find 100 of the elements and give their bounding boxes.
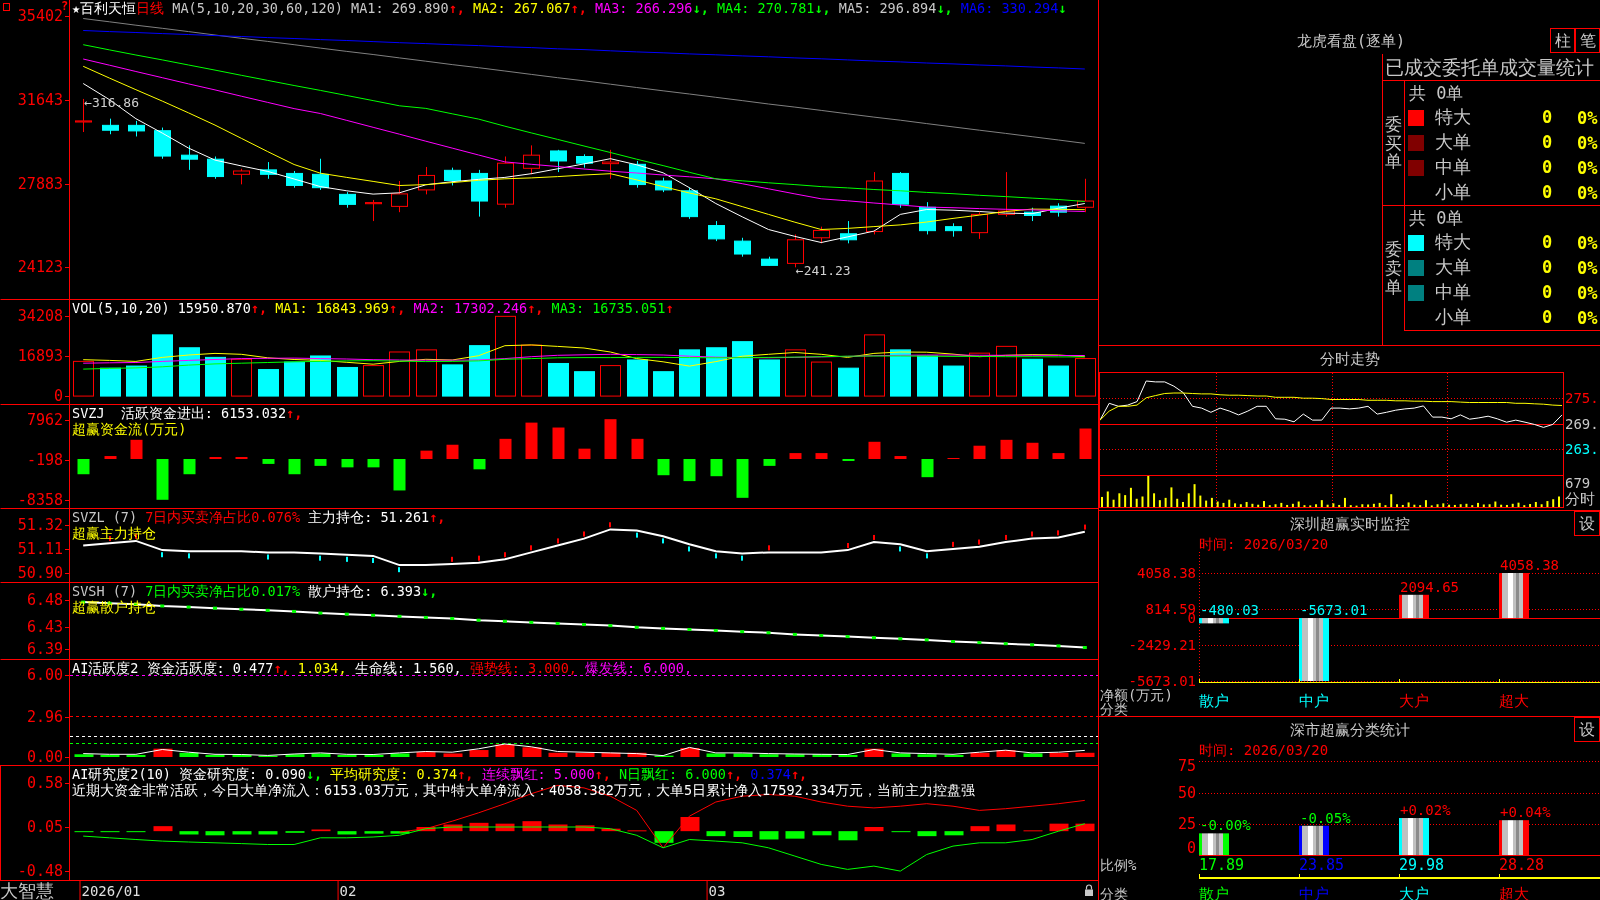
order-total: 共 0单	[1409, 84, 1464, 102]
indicator-readout: SVZL (7) 7日内买卖净占比0.076% 主力持仓: 51.261↑,	[72, 509, 446, 525]
value-label: 29.98	[1399, 856, 1445, 874]
change-label: -0.00%	[1200, 818, 1251, 833]
change-label: +0.04%	[1500, 805, 1551, 820]
order-percent: 0%	[1577, 108, 1598, 127]
axis-title: 比例%	[1100, 857, 1137, 873]
order-count: 0	[1542, 181, 1553, 202]
axis-label: 27883	[17, 175, 63, 192]
side-label: 委卖单	[1385, 240, 1402, 297]
axis-label: 6.39	[26, 641, 63, 658]
indicator-readout: AI活跃度2 资金活跃度: 0.477↑, 1.034, 生命线: 1.560, 强势线: 3.000, 爆发线: 6.000,	[72, 660, 693, 676]
panel-title: 深圳超赢实时监控	[1289, 516, 1410, 532]
axis-label: -2429.21	[1128, 637, 1196, 653]
axis-label: 0	[53, 388, 63, 404]
order-count: 0	[1542, 281, 1553, 302]
axis-label: 269.	[1565, 415, 1599, 432]
price-annotation: ←241.23	[795, 264, 851, 279]
date-text: 时间: 2026/03/20	[1199, 742, 1329, 758]
axis-label: 35402	[17, 8, 63, 25]
axis-label: 51.32	[17, 516, 63, 533]
axis-label: 7962	[26, 411, 63, 428]
indicator-caption: 超赢资金流(万元)	[72, 421, 187, 437]
indicator-readout: SVZJ 活跃资金进出: 6153.032↑,	[72, 405, 303, 421]
order-count: 0	[1542, 306, 1553, 327]
axis-label: 31643	[17, 91, 63, 108]
value-label: 4058.38	[1500, 558, 1559, 572]
value-label: 17.89	[1199, 856, 1245, 874]
value-label: 23.85	[1299, 856, 1345, 874]
axis-label: 263.	[1565, 441, 1599, 458]
axis-label: -8358	[17, 492, 63, 508]
value-label: 2094.65	[1400, 579, 1459, 594]
axis-title: 净额(万元)	[1100, 688, 1173, 702]
order-size-label: 中单	[1435, 280, 1471, 302]
axis-label: 50	[1177, 784, 1196, 801]
axis-label: 24123	[17, 259, 63, 276]
order-size-label: 特大	[1435, 105, 1471, 127]
order-size-label: 中单	[1435, 155, 1471, 177]
panel-title: 龙虎看盘(逐单)	[1297, 33, 1406, 49]
axis-label: 0.58	[26, 774, 63, 791]
axis-label: 2.96	[26, 708, 63, 725]
axis-label: 0.05	[26, 819, 63, 835]
order-size-label: 小单	[1435, 180, 1471, 202]
axis-label: 0.00	[26, 749, 63, 765]
order-count: 0	[1542, 156, 1553, 177]
order-percent: 0%	[1577, 308, 1598, 327]
axis-label: -5673.01	[1128, 673, 1196, 689]
order-size-label: 大单	[1435, 130, 1471, 152]
axis-label: 6.00	[26, 667, 63, 683]
order-size-label: 特大	[1435, 230, 1471, 252]
indicator-caption: 超赢主力持仓	[72, 525, 156, 541]
side-label: 委买单	[1385, 114, 1402, 172]
date-label: 2026/01	[81, 883, 141, 899]
category-label: 中户	[1299, 692, 1329, 710]
axis-label: 16893	[17, 348, 63, 365]
axis-label: 50.90	[17, 565, 63, 582]
indicator-readout: VOL(5,10,20) 15950.870↑, MA1: 16843.969↑, MA2: 17302.246↑, MA3: 16735.051↑	[72, 300, 674, 316]
panel-title: 深市超赢分类统计	[1289, 722, 1410, 738]
order-percent: 0%	[1577, 283, 1598, 302]
order-percent: 0%	[1577, 158, 1598, 177]
order-size-label: 小单	[1435, 305, 1471, 327]
axis-label: 34208	[17, 307, 63, 324]
value-label: -5673.01	[1300, 603, 1368, 618]
panel-title: 分时走势	[1319, 351, 1380, 367]
indicator-readout: AI研究度2(10) 资金研究度: 0.090↓, 平均研究度: 0.374↑, 连续飘红: 5.000↑, N日飘红: 6.000↑, 0.374↑,	[72, 766, 808, 782]
category-label: 大户	[1399, 692, 1429, 710]
axis-label: 25	[1177, 816, 1196, 833]
axis-label: 6.48	[26, 591, 63, 608]
category-label: 超大	[1499, 692, 1529, 710]
axis-label: 0	[1186, 840, 1196, 856]
axis-label: 275.	[1565, 389, 1599, 406]
axis-label: -0.48	[17, 863, 63, 880]
date-text: 时间: 2026/03/20	[1199, 536, 1329, 552]
order-size-label: 大单	[1435, 255, 1471, 277]
indicator-readout: ★百利天恒日线 MA(5,10,20,30,60,120) MA1: 269.890↑, MA2: 267.067↑, MA3: 266.296↓, MA4: 270.781↓, MA5: 296.894↓, MA6: 330.294↓	[72, 0, 1067, 16]
order-count: 0	[1542, 131, 1553, 152]
volume-scale-label: 679	[1565, 476, 1591, 491]
axis-label: 51.11	[17, 540, 63, 557]
value-label: 28.28	[1499, 856, 1545, 874]
value-label: -480.03	[1200, 603, 1259, 618]
indicator-readout: SVSH (7) 7日内买卖净占比0.017% 散户持仓: 6.393↓,	[72, 583, 438, 599]
brand-name: 大智慧	[0, 881, 54, 900]
axis-label: -198	[26, 451, 63, 468]
date-label: 02	[339, 883, 357, 899]
axis-label: 6.43	[26, 619, 63, 636]
order-total: 共 0单	[1409, 209, 1464, 227]
table-title: 已成交委托单成交量统计	[1384, 56, 1594, 78]
axis-label: 75	[1177, 758, 1196, 774]
order-percent: 0%	[1577, 183, 1598, 202]
order-count: 0	[1542, 106, 1553, 127]
order-count: 0	[1542, 256, 1553, 277]
order-percent: 0%	[1577, 233, 1598, 252]
axis-title: 分类	[1100, 886, 1128, 900]
order-percent: 0%	[1577, 133, 1598, 152]
change-label: +0.02%	[1400, 803, 1451, 818]
change-label: -0.05%	[1300, 810, 1351, 825]
axis-title: 分类	[1100, 702, 1128, 716]
volume-caption: 分时	[1565, 491, 1595, 507]
order-count: 0	[1542, 231, 1553, 252]
date-label: 03	[708, 883, 726, 899]
